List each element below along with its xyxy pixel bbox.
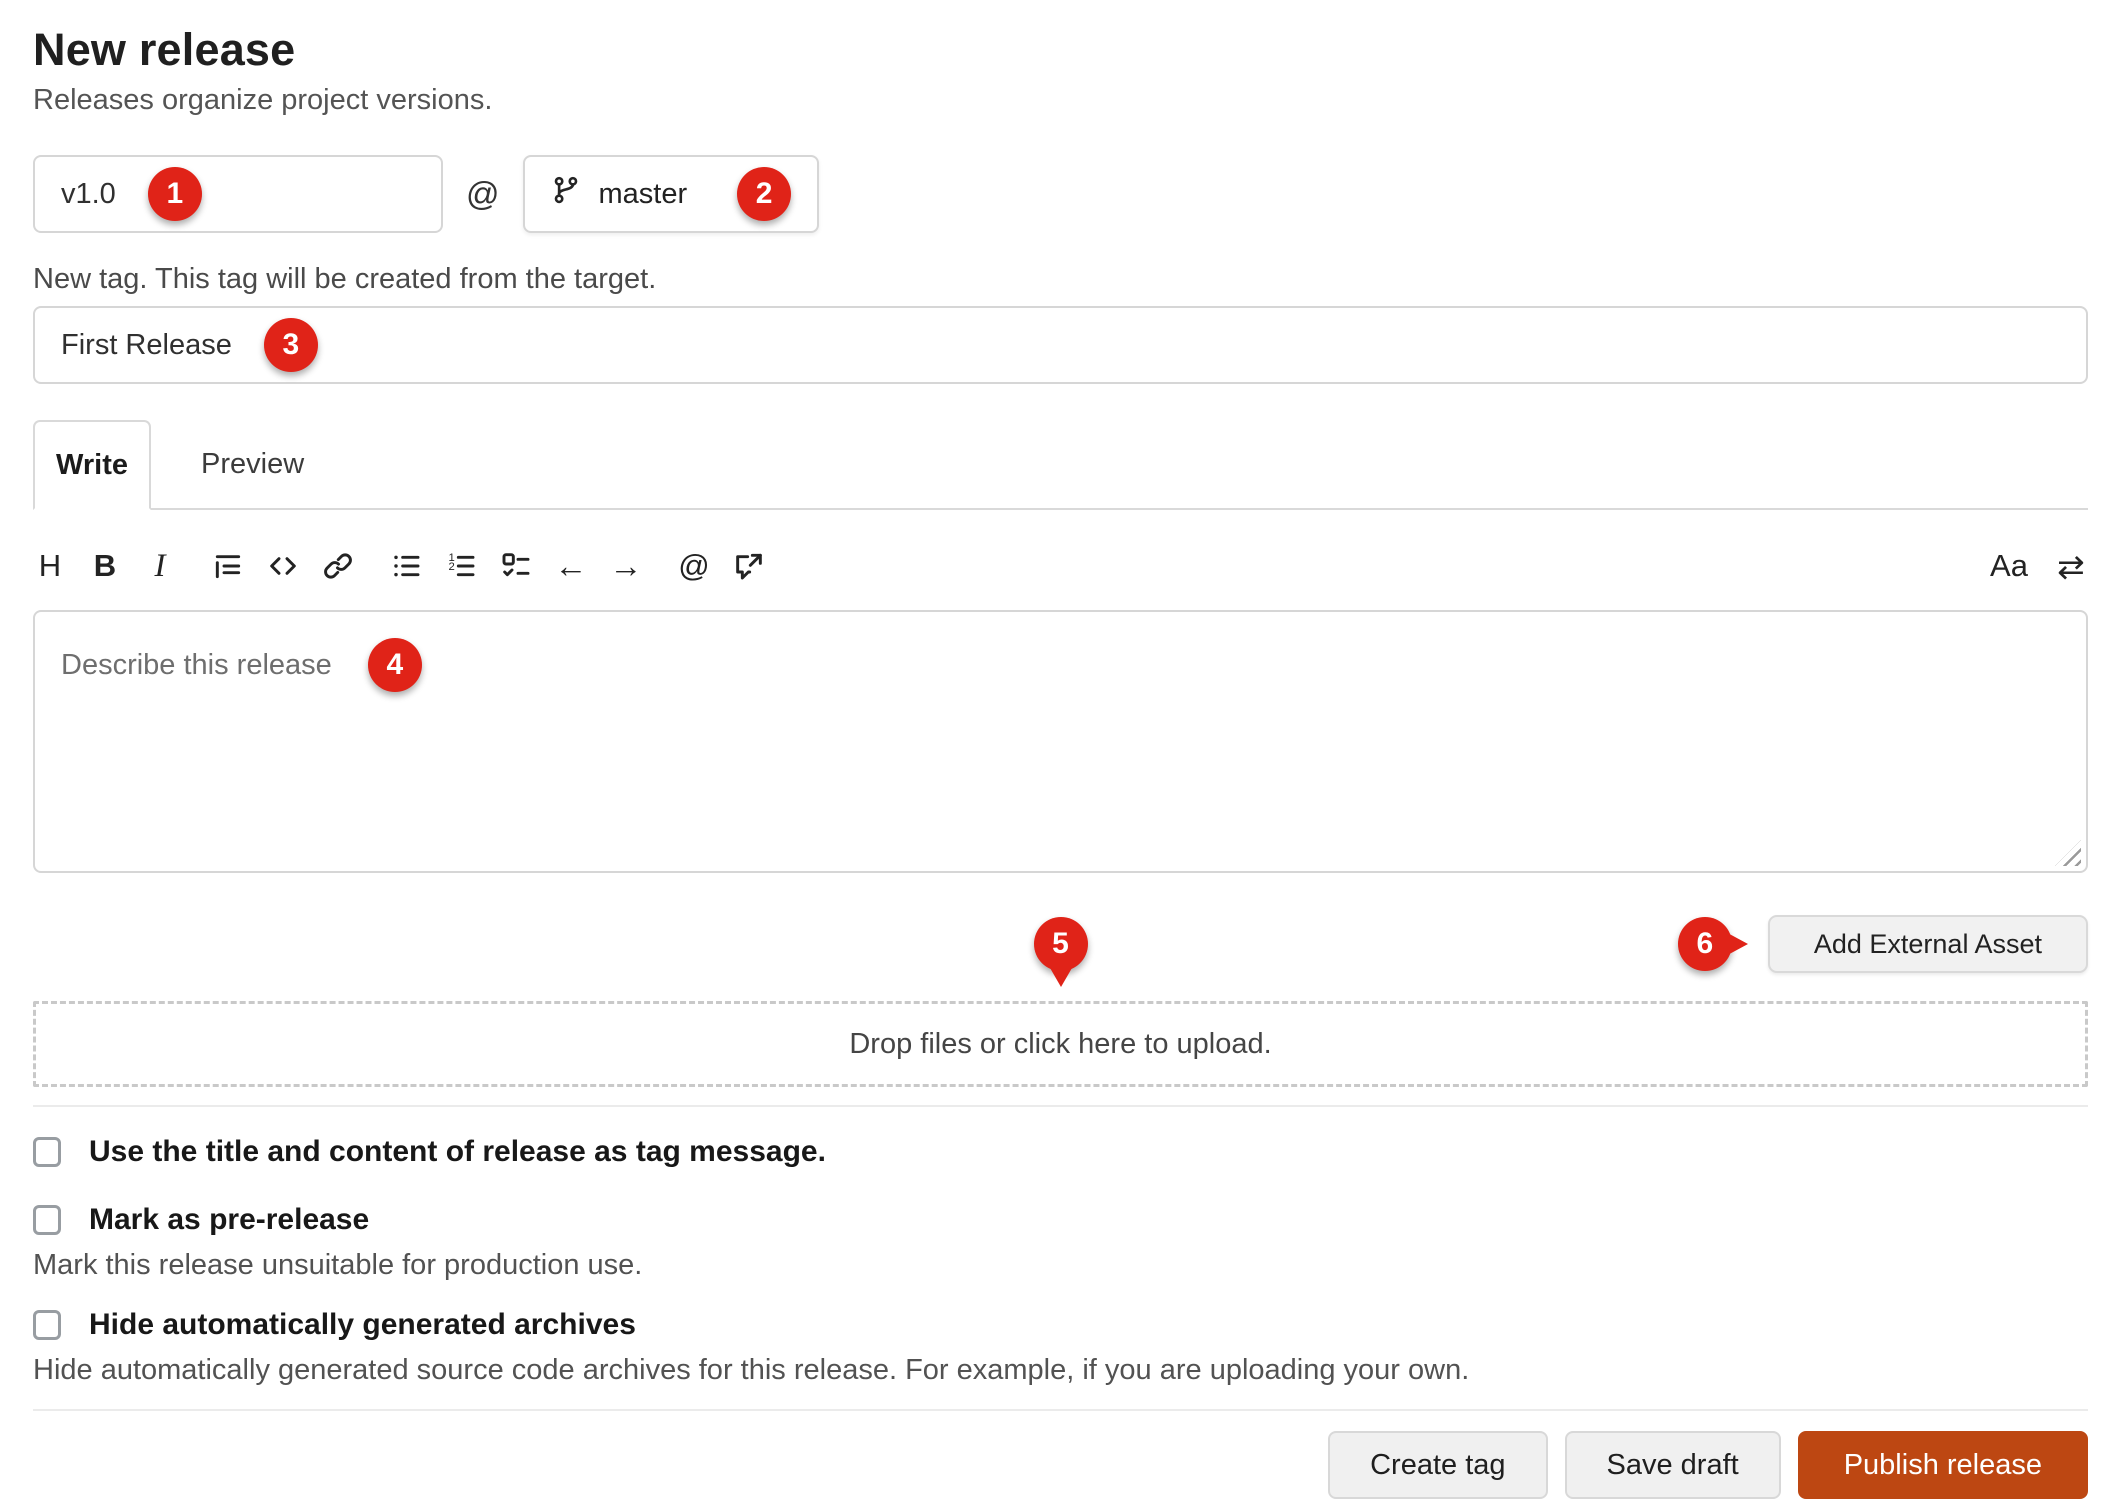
tag-name-value: v1.0 xyxy=(61,178,116,211)
at-separator: @ xyxy=(466,175,500,213)
git-branch-icon xyxy=(551,173,581,215)
option-tag-message: Use the title and content of release as … xyxy=(33,1135,2088,1169)
tab-preview[interactable]: Preview xyxy=(151,420,354,508)
tab-write[interactable]: Write xyxy=(33,420,151,510)
svg-text:2: 2 xyxy=(448,561,454,573)
dropzone-text: Drop files or click here to upload. xyxy=(849,1028,1271,1061)
option-hide-archives: Hide automatically generated archives Hi… xyxy=(33,1308,2088,1387)
pre-release-label: Mark as pre-release xyxy=(89,1203,369,1237)
tag-helper-text: New tag. This tag will be created from t… xyxy=(33,263,2088,296)
annotation-badge-1: 1 xyxy=(148,167,202,221)
italic-icon[interactable]: I xyxy=(143,546,177,586)
tag-target-row: v1.0 1 @ master 2 xyxy=(33,155,2088,233)
quote-icon[interactable] xyxy=(211,546,245,586)
list-ordered-icon[interactable]: 1 2 xyxy=(444,546,478,586)
toolbar-right-group: Aa ⇄ xyxy=(1992,546,2088,586)
create-tag-button[interactable]: Create tag xyxy=(1328,1431,1547,1499)
annotation-badge-2: 2 xyxy=(737,167,791,221)
hide-archives-checkbox[interactable] xyxy=(33,1310,61,1340)
font-size-icon[interactable]: Aa xyxy=(1992,546,2026,586)
divider-above-footer xyxy=(33,1409,2088,1411)
editor-tab-bar: Write Preview xyxy=(33,420,2088,510)
file-dropzone[interactable]: Drop files or click here to upload. xyxy=(33,1001,2088,1087)
markdown-toolbar: H B I xyxy=(33,546,2088,586)
resize-handle[interactable] xyxy=(2055,840,2081,866)
mention-icon[interactable]: @ xyxy=(677,546,711,586)
footer-actions: Create tag Save draft Publish release xyxy=(33,1431,2088,1499)
release-description-textarea[interactable]: Describe this release 4 xyxy=(33,610,2088,873)
tag-message-checkbox[interactable] xyxy=(33,1137,61,1167)
pre-release-description: Mark this release unsuitable for product… xyxy=(33,1249,2088,1282)
switch-editor-icon[interactable]: ⇄ xyxy=(2054,546,2088,586)
hide-archives-label: Hide automatically generated archives xyxy=(89,1308,636,1342)
annotation-badge-4: 4 xyxy=(368,638,422,692)
cross-reference-icon[interactable] xyxy=(732,546,766,586)
heading-icon[interactable]: H xyxy=(33,546,67,586)
code-icon[interactable] xyxy=(266,546,300,586)
pre-release-checkbox[interactable] xyxy=(33,1205,61,1235)
divider-above-options xyxy=(33,1105,2088,1107)
release-title-value: First Release xyxy=(61,329,232,362)
textarea-placeholder: Describe this release xyxy=(61,649,332,682)
task-list-icon[interactable] xyxy=(499,546,533,586)
option-pre-release: Mark as pre-release Mark this release un… xyxy=(33,1203,2088,1282)
list-unordered-icon[interactable] xyxy=(389,546,423,586)
page-subtitle: Releases organize project versions. xyxy=(33,84,2088,117)
option-pre-release-row[interactable]: Mark as pre-release xyxy=(33,1203,2088,1237)
hide-archives-description: Hide automatically generated source code… xyxy=(33,1354,2088,1387)
new-release-page: New release Releases organize project ve… xyxy=(0,0,2122,1499)
textarea-placeholder-row: Describe this release 4 xyxy=(61,638,2060,692)
indent-icon[interactable]: → xyxy=(609,546,643,586)
bold-icon[interactable]: B xyxy=(88,546,122,586)
target-branch-label: master xyxy=(599,178,688,211)
annotation-badge-3: 3 xyxy=(264,318,318,372)
save-draft-button[interactable]: Save draft xyxy=(1565,1431,1781,1499)
release-title-input[interactable]: First Release 3 xyxy=(33,306,2088,384)
annotation-badge-6: 6 xyxy=(1678,917,1732,971)
tag-name-input[interactable]: v1.0 1 xyxy=(33,155,443,233)
publish-release-button[interactable]: Publish release xyxy=(1798,1431,2088,1499)
add-external-asset-button[interactable]: Add External Asset xyxy=(1768,915,2088,973)
option-hide-archives-row[interactable]: Hide automatically generated archives xyxy=(33,1308,2088,1342)
attachment-section: 5 Drop files or click here to upload. xyxy=(33,1001,2088,1087)
option-tag-message-row[interactable]: Use the title and content of release as … xyxy=(33,1135,2088,1169)
outdent-icon[interactable]: ← xyxy=(554,546,588,586)
page-title: New release xyxy=(33,24,2088,76)
link-icon[interactable] xyxy=(321,546,355,586)
annotation-badge-5: 5 xyxy=(1034,917,1088,971)
tag-message-label: Use the title and content of release as … xyxy=(89,1135,826,1169)
target-branch-dropdown[interactable]: master 2 xyxy=(523,155,820,233)
